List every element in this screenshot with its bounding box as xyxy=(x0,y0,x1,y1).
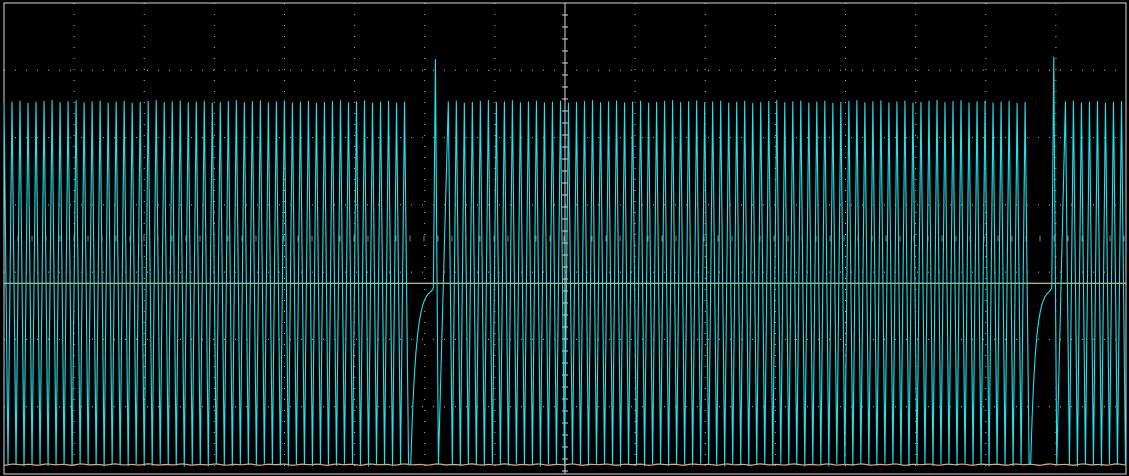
oscilloscope-display xyxy=(0,0,1129,476)
